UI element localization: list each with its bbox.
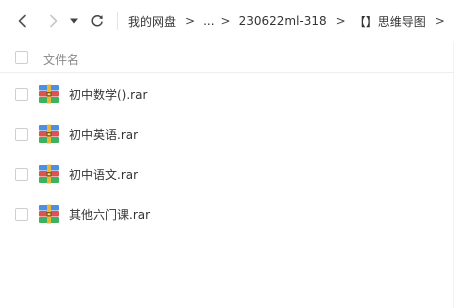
toolbar: 我的网盘 > ... > 230622ml-318 > 【】思维导图 > bbox=[0, 0, 454, 42]
breadcrumb: 我的网盘 > ... > 230622ml-318 > 【】思维导图 > bbox=[128, 0, 454, 42]
rar-archive-icon bbox=[38, 124, 60, 144]
select-all-checkbox[interactable] bbox=[15, 51, 28, 64]
forward-button[interactable] bbox=[43, 11, 63, 31]
file-checkbox[interactable] bbox=[15, 128, 28, 141]
rar-archive-icon bbox=[38, 84, 60, 104]
caret-down-icon bbox=[70, 18, 78, 24]
chevron-right-icon bbox=[50, 14, 58, 28]
breadcrumb-item-root[interactable]: 我的网盘 bbox=[128, 13, 176, 30]
rar-archive-icon bbox=[38, 164, 60, 184]
column-header-filename[interactable]: 文件名 bbox=[43, 51, 79, 68]
file-name[interactable]: 初中数学().rar bbox=[69, 86, 147, 103]
breadcrumb-item-folder[interactable]: 230622ml-318 bbox=[239, 14, 327, 28]
refresh-icon bbox=[91, 15, 103, 27]
chevron-left-icon bbox=[18, 14, 26, 28]
file-checkbox[interactable] bbox=[15, 88, 28, 101]
file-name[interactable]: 初中英语.rar bbox=[69, 126, 138, 143]
breadcrumb-item-current[interactable]: 【】思维导图 bbox=[354, 13, 426, 30]
file-row[interactable]: 其他六门课.rar bbox=[0, 194, 454, 234]
file-checkbox[interactable] bbox=[15, 208, 28, 221]
breadcrumb-separator: > bbox=[220, 14, 231, 28]
history-dropdown-button[interactable] bbox=[67, 11, 81, 31]
file-row[interactable]: 初中英语.rar bbox=[0, 114, 454, 154]
refresh-button[interactable] bbox=[87, 11, 107, 31]
file-name[interactable]: 初中语文.rar bbox=[69, 166, 138, 183]
breadcrumb-separator: > bbox=[335, 14, 346, 28]
file-name[interactable]: 其他六门课.rar bbox=[69, 206, 150, 223]
back-button[interactable] bbox=[13, 11, 33, 31]
rar-archive-icon bbox=[38, 204, 60, 224]
file-row[interactable]: 初中语文.rar bbox=[0, 154, 454, 194]
toolbar-divider bbox=[117, 12, 118, 30]
file-row[interactable]: 初中数学().rar bbox=[0, 74, 454, 114]
file-checkbox[interactable] bbox=[15, 168, 28, 181]
breadcrumb-item-ellipsis[interactable]: ... bbox=[203, 14, 214, 28]
breadcrumb-separator: > bbox=[434, 14, 445, 28]
breadcrumb-separator: > bbox=[185, 14, 196, 28]
list-header: 文件名 bbox=[0, 43, 454, 73]
